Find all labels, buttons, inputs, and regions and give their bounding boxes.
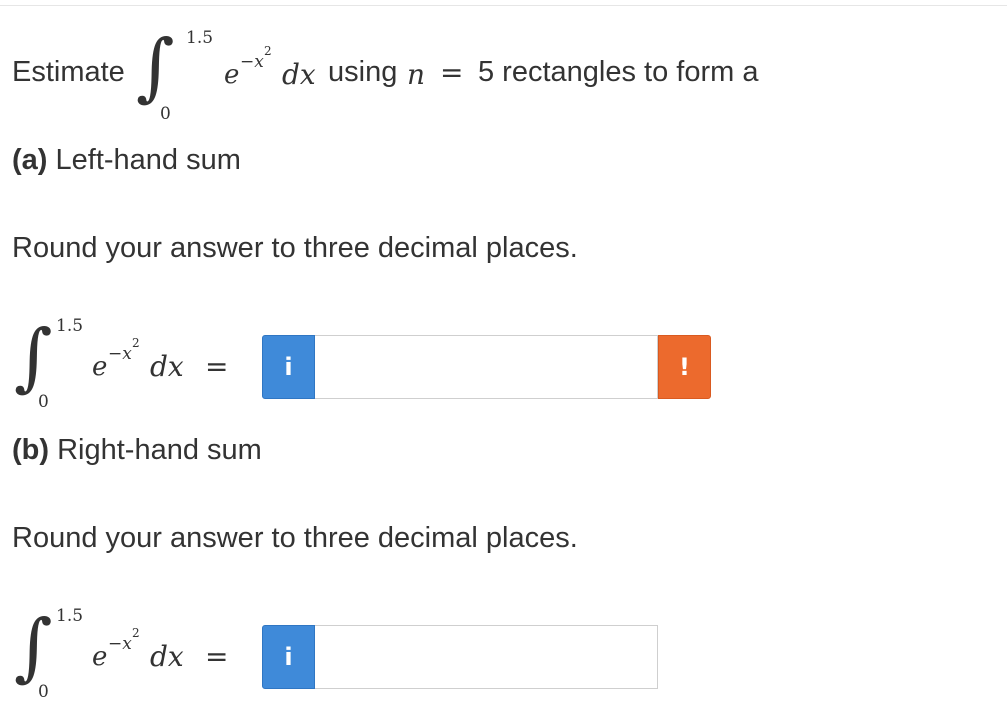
- integral-sign: ∫: [136, 24, 175, 110]
- part-a-title: Left-hand sum: [55, 144, 241, 176]
- part-b-info-button[interactable]: i: [262, 625, 315, 689]
- estimate-word: Estimate: [12, 56, 125, 88]
- equals-sign: =: [205, 640, 229, 673]
- integrand-base: e: [92, 352, 108, 382]
- part-b-heading: (b) Right-hand sum: [12, 434, 262, 467]
- part-b-title: Right-hand sum: [57, 434, 262, 466]
- upper-limit: 1.5: [56, 606, 84, 626]
- lower-limit: 0: [38, 392, 49, 412]
- question-tail: 5 rectangles to form a: [478, 56, 759, 88]
- top-divider: [0, 5, 1007, 6]
- integrand-differential: dx: [282, 58, 316, 91]
- upper-limit: 1.5: [186, 28, 214, 48]
- equals-sign: =: [440, 56, 464, 89]
- n-variable: n: [407, 58, 426, 91]
- lower-limit: 0: [38, 682, 49, 702]
- part-b-answer-input[interactable]: [315, 625, 658, 689]
- part-a-instruction: Round your answer to three decimal place…: [12, 232, 578, 264]
- integrand-base: e: [92, 642, 108, 672]
- using-word: using: [328, 56, 398, 88]
- info-icon: i: [284, 353, 293, 381]
- integral-sign: ∫: [14, 604, 53, 690]
- part-a-heading: (a) Left-hand sum: [12, 144, 241, 177]
- integrand-exponent: −x: [108, 344, 132, 364]
- part-a-answer-input[interactable]: [315, 335, 658, 399]
- integrand-differential: dx: [150, 640, 184, 673]
- part-a-warning-button[interactable]: !: [658, 335, 711, 399]
- integrand-exponent-power: 2: [132, 336, 140, 350]
- integrand-base: e: [224, 60, 240, 90]
- info-icon: i: [284, 643, 293, 671]
- integrand-exponent-power: 2: [132, 626, 140, 640]
- part-a-label: (a): [12, 144, 48, 176]
- part-b-instruction: Round your answer to three decimal place…: [12, 522, 578, 554]
- lower-limit: 0: [160, 104, 171, 124]
- part-a-info-button[interactable]: i: [262, 335, 315, 399]
- integrand-differential: dx: [150, 350, 184, 383]
- equals-sign: =: [205, 350, 229, 383]
- integrand-exponent-power: 2: [264, 44, 272, 58]
- upper-limit: 1.5: [56, 316, 84, 336]
- exclamation-icon: !: [679, 353, 690, 381]
- integral-sign: ∫: [14, 314, 53, 400]
- integrand-exponent: −x: [240, 52, 264, 72]
- integrand-exponent: −x: [108, 634, 132, 654]
- question-page: Estimate ∫ 1.5 0 e −x 2 dx using n = 5 r…: [0, 0, 1007, 723]
- part-b-label: (b): [12, 434, 50, 466]
